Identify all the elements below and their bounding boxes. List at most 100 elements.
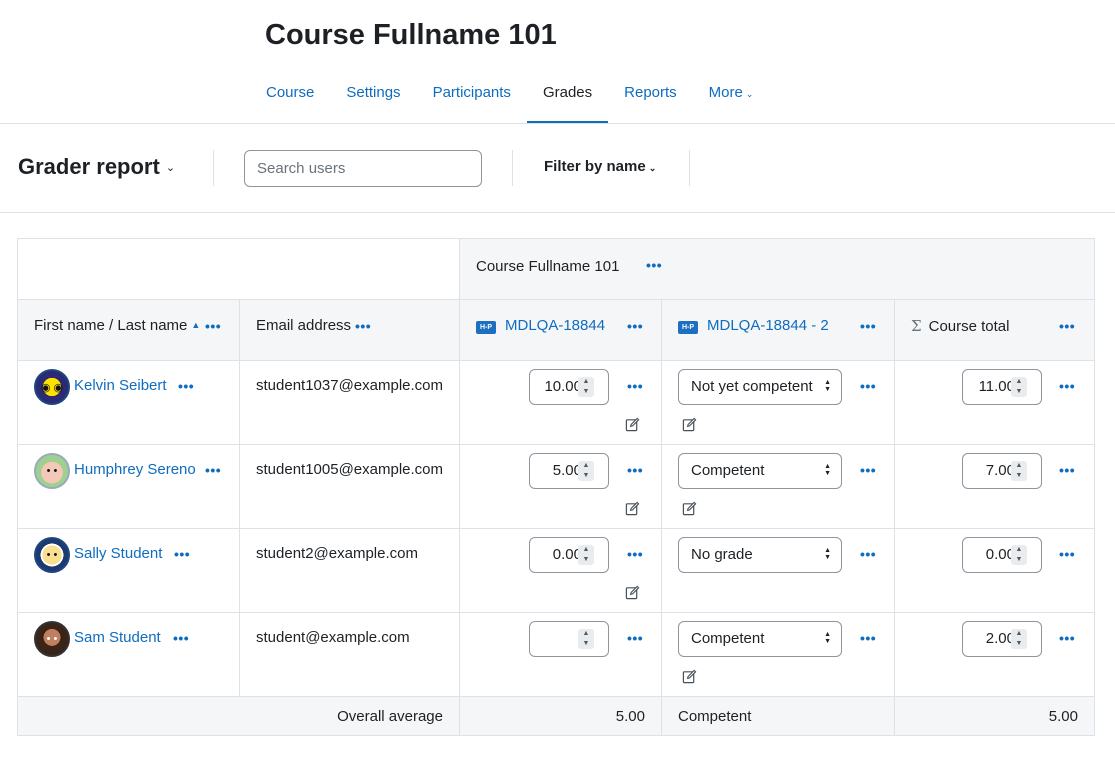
more-actions-icon[interactable]: ••• — [627, 462, 643, 478]
more-actions-icon[interactable]: ••• — [1059, 546, 1075, 562]
student-cell: • • Sam Student ••• — [17, 612, 240, 697]
more-actions-icon[interactable]: ••• — [173, 630, 189, 646]
spinner-icon[interactable]: ▲ ▼ — [1011, 545, 1027, 565]
avatar[interactable]: • • — [34, 621, 70, 657]
spinner-icon[interactable]: ▲ ▼ — [1011, 461, 1027, 481]
student-name-link[interactable]: Kelvin Seibert — [74, 377, 167, 394]
sort-ascending-icon[interactable]: ▲ — [191, 320, 200, 330]
edit-icon[interactable] — [682, 669, 697, 684]
more-actions-icon[interactable]: ••• — [627, 630, 643, 646]
avatar[interactable]: • • — [34, 453, 70, 489]
spinner-icon[interactable]: ▲ ▼ — [578, 461, 594, 481]
more-actions-icon[interactable]: ••• — [627, 318, 643, 334]
report-selector[interactable]: Grader report ⌄ — [18, 154, 175, 180]
more-actions-icon[interactable]: ••• — [1059, 378, 1075, 394]
grade-item-link[interactable]: MDLQA-18844 — [505, 317, 605, 334]
more-actions-icon[interactable]: ••• — [205, 462, 221, 478]
email-cell: student@example.com — [239, 612, 460, 697]
grade-item-link[interactable]: MDLQA-18844 - 2 — [707, 317, 829, 334]
filter-by-name-button[interactable]: Filter by name ⌄ — [544, 158, 656, 175]
course-total-cell: 0.00 ▲ ▼ ••• — [894, 528, 1095, 613]
edit-icon[interactable] — [625, 585, 640, 600]
chevron-down-icon: ⌄ — [745, 89, 754, 99]
more-actions-icon[interactable]: ••• — [178, 378, 194, 394]
more-actions-icon[interactable]: ••• — [627, 546, 643, 562]
nav-grades[interactable]: Grades — [526, 72, 609, 124]
spinner-icon[interactable]: ▲ ▼ — [1011, 629, 1027, 649]
average-label: Overall average — [337, 708, 443, 725]
student-email: student1005@example.com — [256, 461, 444, 478]
email-column-header[interactable]: Email address ••• — [239, 299, 460, 361]
student-name-link[interactable]: Sam Student — [74, 629, 161, 646]
course-total-label: Course total — [928, 318, 1010, 335]
more-actions-icon[interactable]: ••• — [627, 378, 643, 394]
more-actions-icon[interactable]: ••• — [1059, 462, 1075, 478]
student-name-link[interactable]: Sally Student — [74, 545, 162, 562]
spinner-icon[interactable]: ▲ ▼ — [578, 629, 594, 649]
sigma-icon: Σ — [911, 317, 922, 335]
more-actions-icon[interactable]: ••• — [174, 546, 190, 562]
grade-item-header: H-P MDLQA-18844 ••• — [459, 299, 662, 361]
student-cell: ◉ ◉ Kelvin Seibert ••• — [17, 360, 240, 445]
more-actions-icon[interactable]: ••• — [205, 318, 221, 334]
average-cell: Competent — [661, 696, 895, 736]
course-total-input[interactable]: 7.00 ▲ ▼ — [962, 453, 1042, 489]
name-column-header[interactable]: First name / Last name ▲ ••• — [17, 299, 240, 361]
grade-value: 10.00 — [544, 378, 582, 395]
more-actions-icon[interactable]: ••• — [355, 318, 371, 334]
category-header: Course Fullname 101 ••• — [459, 238, 1095, 300]
grade-input[interactable]: 10.00 ▲ ▼ — [529, 369, 609, 405]
search-users-input[interactable] — [244, 150, 482, 187]
scale-grade-select[interactable]: Competent ▲ ▼ — [678, 621, 842, 657]
more-actions-icon[interactable]: ••• — [1059, 318, 1075, 334]
more-actions-icon[interactable]: ••• — [860, 318, 876, 334]
nav-reports[interactable]: Reports — [608, 72, 693, 124]
h5p-icon: H-P — [476, 321, 496, 334]
grade-input[interactable]: 5.00 ▲ ▼ — [529, 453, 609, 489]
nav-course[interactable]: Course — [250, 72, 330, 124]
course-total-input[interactable]: 11.00 ▲ ▼ — [962, 369, 1042, 405]
more-actions-icon[interactable]: ••• — [860, 462, 876, 478]
select-arrows-icon: ▲ ▼ — [824, 379, 831, 393]
student-name-link[interactable]: Humphrey Sereno — [74, 461, 196, 478]
grade-input[interactable]: 0.00 ▲ ▼ — [529, 537, 609, 573]
nav-participants[interactable]: Participants — [417, 72, 527, 124]
edit-icon[interactable] — [682, 501, 697, 516]
scale-grade-select[interactable]: Not yet competent ▲ ▼ — [678, 369, 842, 405]
nav-course-label: Course — [266, 84, 315, 101]
course-total-cell: 2.00 ▲ ▼ ••• — [894, 612, 1095, 697]
course-total-input[interactable]: 0.00 ▲ ▼ — [962, 537, 1042, 573]
nav-settings[interactable]: Settings — [330, 72, 416, 124]
scale-grade-select[interactable]: No grade ▲ ▼ — [678, 537, 842, 573]
spinner-icon[interactable]: ▲ ▼ — [578, 377, 594, 397]
student-email: student1037@example.com — [256, 377, 444, 394]
average-cell: 5.00 — [894, 696, 1095, 736]
avatar[interactable]: • • — [34, 537, 70, 573]
name-column-label: First name / Last name — [34, 317, 188, 334]
more-actions-icon[interactable]: ••• — [860, 378, 876, 394]
more-actions-icon[interactable]: ••• — [860, 630, 876, 646]
avatar[interactable]: ◉ ◉ — [34, 369, 70, 405]
scale-grade-select[interactable]: Competent ▲ ▼ — [678, 453, 842, 489]
grade-cell: 0.00 ▲ ▼ ••• — [459, 528, 662, 613]
email-column-label: Email address — [256, 317, 352, 334]
nav-settings-label: Settings — [346, 84, 401, 101]
scale-grade-value: Competent — [691, 630, 765, 647]
course-total-input[interactable]: 2.00 ▲ ▼ — [962, 621, 1042, 657]
category-title: Course Fullname 101 — [476, 258, 620, 275]
spinner-icon[interactable]: ▲ ▼ — [578, 545, 594, 565]
more-actions-icon[interactable]: ••• — [646, 257, 662, 273]
edit-icon[interactable] — [682, 417, 697, 432]
edit-icon[interactable] — [625, 417, 640, 432]
nav-more[interactable]: More ⌄ — [693, 72, 770, 124]
course-navigation: Course Settings Participants Grades Repo… — [250, 72, 769, 124]
select-arrows-icon: ▲ ▼ — [824, 631, 831, 645]
more-actions-icon[interactable]: ••• — [1059, 630, 1075, 646]
edit-icon[interactable] — [625, 501, 640, 516]
course-total-cell: 11.00 ▲ ▼ ••• — [894, 360, 1095, 445]
grade-input[interactable]: ▲ ▼ — [529, 621, 609, 657]
scale-grade-value: Competent — [691, 462, 765, 479]
average-value: 5.00 — [1048, 708, 1078, 725]
spinner-icon[interactable]: ▲ ▼ — [1011, 377, 1027, 397]
more-actions-icon[interactable]: ••• — [860, 546, 876, 562]
